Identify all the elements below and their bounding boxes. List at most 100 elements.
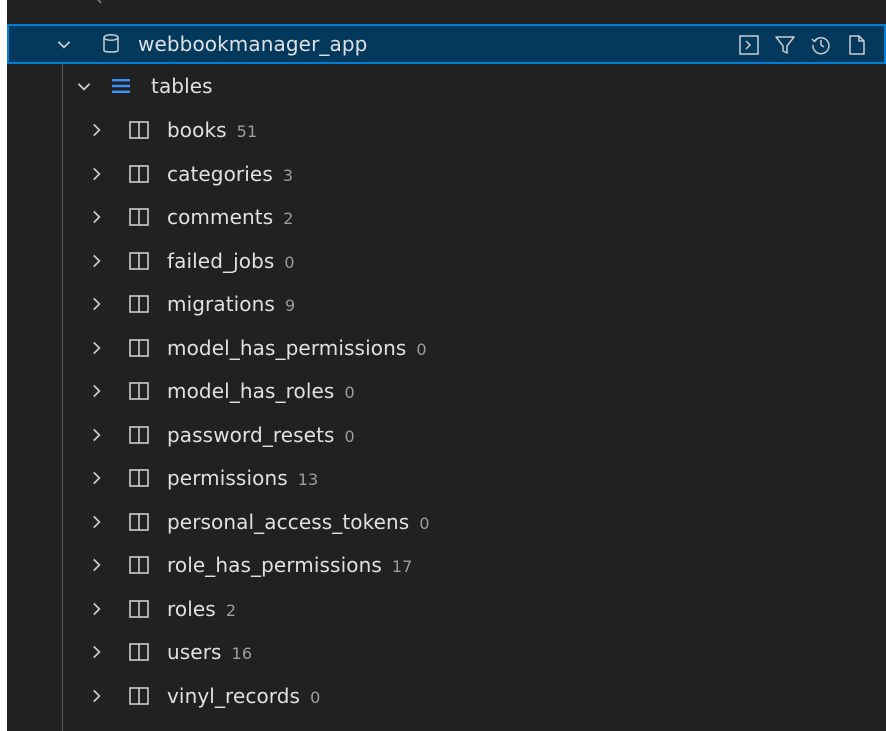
table-icon [127, 553, 151, 577]
chevron-right-icon[interactable] [85, 598, 107, 620]
row-count-badge: 0 [344, 426, 355, 446]
table-icon [127, 336, 151, 360]
table-row-password-resets[interactable]: password_resets 0 [7, 415, 886, 455]
table-label-group: model_has_roles 0 [167, 379, 355, 403]
filter-icon [775, 36, 795, 54]
row-count-badge: 0 [284, 252, 295, 272]
table-icon [127, 597, 151, 621]
table-label-group: model_has_permissions 0 [167, 336, 427, 360]
row-count-badge: 2 [283, 209, 294, 228]
table-label-group: comments 2 [167, 205, 294, 229]
table-name-label: vinyl_records [167, 683, 301, 708]
table-row-role-has-permissions[interactable]: role_has_permissions 17 [7, 545, 886, 585]
table-icon [127, 684, 151, 708]
table-label-group: books 51 [167, 118, 257, 142]
table-label-group: vinyl_records 0 [167, 684, 320, 708]
table-name-label: migrations [167, 292, 275, 316]
filter-button[interactable] [772, 32, 798, 58]
database-icon [99, 32, 123, 56]
row-count-badge: 0 [344, 383, 355, 402]
table-icon [127, 510, 151, 534]
row-count-badge: 17 [391, 557, 413, 576]
table-row-users[interactable]: users 16 [7, 632, 886, 672]
connection-row-webbookmanager-app[interactable]: webbookmanager_app [7, 24, 886, 64]
new-file-button[interactable] [844, 32, 870, 58]
table-name-label: permissions [167, 466, 288, 490]
tables-group-row[interactable]: tables [7, 66, 886, 106]
chevron-right-icon[interactable] [85, 641, 107, 663]
table-name-label: role_has_permissions [167, 553, 382, 577]
table-row-books[interactable]: books 51 [7, 110, 886, 150]
table-row-personal-access-tokens[interactable]: personal_access_tokens 0 [7, 502, 886, 542]
tables-group-label: tables [151, 74, 213, 98]
chevron-right-icon[interactable] [85, 424, 107, 446]
terminal-icon [739, 35, 759, 55]
chevron-right-icon[interactable] [85, 380, 107, 402]
table-label-group: users 16 [167, 640, 252, 664]
row-count-badge: 3 [282, 165, 294, 185]
chevron-right-icon[interactable] [85, 293, 107, 315]
chevron-right-icon[interactable] [85, 467, 107, 489]
table-label-group: personal_access_tokens 0 [167, 510, 430, 534]
table-name-label: categories [167, 161, 273, 186]
table-icon [127, 640, 151, 664]
row-count-badge: 0 [310, 687, 321, 707]
open-terminal-button[interactable] [736, 32, 762, 58]
table-row-permissions[interactable]: permissions 13 [7, 458, 886, 498]
list-icon [109, 74, 133, 98]
chevron-right-icon[interactable] [85, 337, 107, 359]
connection-label: webbookmanager_app [138, 32, 368, 56]
table-row-roles[interactable]: roles 2 [7, 589, 886, 629]
chevron-right-icon[interactable] [85, 206, 107, 228]
table-label-group: failed_jobs 0 [167, 249, 295, 273]
table-row-failed-jobs[interactable]: failed_jobs 0 [7, 241, 886, 281]
chevron-right-icon[interactable] [85, 685, 107, 707]
table-row-migrations[interactable]: migrations 9 [7, 284, 886, 324]
table-row-vinyl-records[interactable]: vinyl_records 0 [7, 676, 886, 716]
table-label-group: role_has_permissions 17 [167, 553, 412, 577]
table-label-group: roles 2 [167, 597, 236, 621]
row-count-badge: 0 [416, 339, 427, 359]
chevron-down-icon[interactable] [73, 75, 95, 97]
chevron-down-icon[interactable] [53, 33, 75, 55]
row-count-badge: 13 [297, 470, 319, 489]
table-icon [127, 205, 151, 229]
table-name-label: model_has_permissions [167, 335, 407, 360]
table-icon [127, 162, 151, 186]
chevron-right-icon[interactable] [85, 250, 107, 272]
row-count-badge: 0 [419, 513, 430, 533]
table-icon [127, 118, 151, 142]
chevron-right-icon[interactable] [85, 163, 107, 185]
table-name-label: roles [167, 596, 216, 621]
connection-toolbar [736, 32, 870, 58]
row-count-badge: 9 [284, 296, 296, 315]
table-row-categories[interactable]: categories 3 [7, 154, 886, 194]
cutoff-row: ‹ [95, 0, 103, 10]
table-row-model-has-roles[interactable]: model_has_roles 0 [7, 371, 886, 411]
chevron-right-icon[interactable] [85, 554, 107, 576]
table-label-group: categories 3 [167, 162, 293, 186]
row-count-badge: 51 [236, 122, 258, 141]
table-label-group: password_resets 0 [167, 423, 355, 447]
history-button[interactable] [808, 32, 834, 58]
table-name-label: personal_access_tokens [167, 509, 410, 534]
file-icon [849, 35, 865, 55]
table-name-label: users [167, 640, 222, 664]
table-name-label: failed_jobs [167, 248, 275, 273]
table-icon [127, 249, 151, 273]
table-name-label: comments [167, 205, 274, 229]
chevron-right-icon[interactable] [85, 511, 107, 533]
chevron-right-icon[interactable] [85, 119, 107, 141]
table-name-label: model_has_roles [167, 379, 335, 403]
table-label-group: migrations 9 [167, 292, 295, 316]
table-icon [127, 292, 151, 316]
history-icon [811, 36, 830, 55]
table-name-label: password_resets [167, 422, 335, 447]
database-explorer-panel: ‹ webbookmanager_app [7, 0, 886, 731]
table-icon [127, 423, 151, 447]
table-row-model-has-permissions[interactable]: model_has_permissions 0 [7, 328, 886, 368]
table-name-label: books [167, 118, 227, 142]
table-row-comments[interactable]: comments 2 [7, 197, 886, 237]
table-label-group: permissions 13 [167, 466, 318, 490]
row-count-badge: 16 [231, 644, 253, 663]
